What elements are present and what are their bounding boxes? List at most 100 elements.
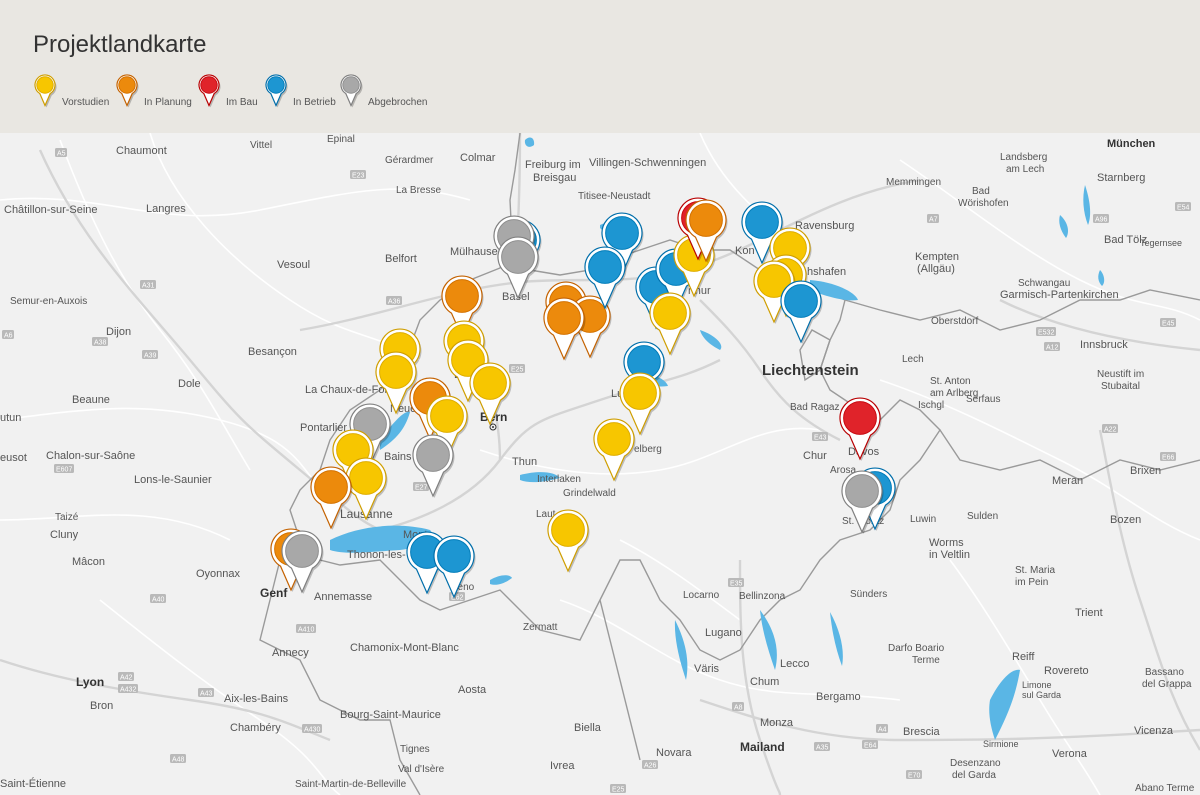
- legend: Vorstudien In Planung Im Bau In Betrieb Abge…: [33, 70, 633, 110]
- map-label: Chur: [803, 450, 827, 462]
- map-pin-icon: [265, 74, 288, 108]
- map-label: Dijon: [106, 326, 131, 338]
- svg-text:E66: E66: [1162, 455, 1175, 462]
- map-label: Chamonix-Mont-Blanc: [350, 642, 459, 654]
- svg-text:A31: A31: [142, 283, 155, 290]
- legend-label: Vorstudien: [62, 97, 110, 108]
- map-label: Starnberg: [1097, 172, 1145, 184]
- svg-text:A35: A35: [816, 745, 829, 752]
- svg-text:A430: A430: [304, 727, 320, 734]
- svg-text:E43: E43: [814, 435, 827, 442]
- svg-text:A4: A4: [878, 727, 887, 734]
- map-label: Chum: [750, 676, 779, 688]
- svg-text:A432: A432: [120, 687, 136, 694]
- map-label: utun: [0, 412, 21, 424]
- legend-label: Abgebrochen: [368, 97, 428, 108]
- map-label: Vittel: [250, 140, 272, 151]
- map-label: hshafen: [807, 266, 846, 278]
- map-label: Langres: [146, 203, 186, 215]
- map-label: Beaune: [72, 394, 110, 406]
- map-pin-betrieb-legend[interactable]: [265, 74, 288, 108]
- map-label: Dole: [178, 378, 201, 390]
- map-label: Terme: [912, 655, 940, 666]
- map-canvas[interactable]: Epinal Colmar Freiburg im Breisgau Villi…: [0, 133, 1200, 795]
- map[interactable]: Epinal Colmar Freiburg im Breisgau Villi…: [0, 133, 1200, 795]
- map-label: Vicenza: [1134, 725, 1174, 737]
- map-label: in Veltlin: [929, 549, 970, 561]
- map-pin-bau-legend[interactable]: [198, 74, 221, 108]
- map-label: Ivrea: [550, 760, 575, 772]
- svg-text:A39: A39: [144, 353, 157, 360]
- map-label: Grindelwald: [563, 488, 616, 499]
- map-label: Oyonnax: [196, 568, 241, 580]
- map-pin-icon: [116, 74, 139, 108]
- map-label: Neustift im: [1097, 369, 1144, 380]
- map-label: Kempten: [915, 251, 959, 263]
- map-label: Vesoul: [277, 259, 310, 271]
- map-pin-abgebrochen-legend[interactable]: [340, 74, 363, 108]
- svg-text:A8: A8: [734, 705, 743, 712]
- map-label: Thun: [512, 456, 537, 468]
- map-label: Väris: [694, 663, 720, 675]
- svg-text:E70: E70: [908, 773, 921, 780]
- map-label: Cluny: [50, 529, 79, 541]
- map-label: Schwangau: [1018, 278, 1070, 289]
- map-label: Mülhause: [450, 246, 498, 258]
- svg-text:A38: A38: [94, 340, 107, 347]
- map-label: Gérardmer: [385, 155, 434, 166]
- map-label: Breisgau: [533, 172, 576, 184]
- map-label: Rovereto: [1044, 665, 1089, 677]
- map-label: Luwin: [910, 514, 936, 525]
- map-label: Epinal: [327, 134, 355, 145]
- map-label: Landsberg: [1000, 152, 1047, 163]
- svg-text:E45: E45: [1162, 321, 1175, 328]
- map-label: La Chaux-de-Fon: [305, 384, 391, 396]
- map-label: Brescia: [903, 726, 941, 738]
- legend-label: In Betrieb: [293, 97, 336, 108]
- svg-text:A22: A22: [1104, 427, 1117, 434]
- map-label: Val d'Isère: [398, 764, 445, 775]
- svg-text:E27: E27: [415, 485, 428, 492]
- map-label: Freiburg im: [525, 159, 581, 171]
- map-label: Taizé: [55, 512, 79, 523]
- map-label: Bellinzona: [739, 591, 786, 602]
- map-label: Brixen: [1130, 465, 1161, 477]
- map-label: Bergamo: [816, 691, 861, 703]
- map-label: Novara: [656, 747, 692, 759]
- map-label: Bourg-Saint-Maurice: [340, 709, 441, 721]
- map-pin-planung-legend[interactable]: [116, 74, 139, 108]
- map-label: Limone: [1022, 680, 1052, 690]
- map-label: Darfo Boario: [888, 643, 945, 654]
- map-label: Meran: [1052, 475, 1083, 487]
- page-title: Projektlandkarte: [33, 31, 207, 58]
- map-label: Genf: [260, 586, 288, 600]
- map-label: Lech: [902, 354, 924, 365]
- map-label: Lyon: [76, 675, 104, 689]
- map-label: Tegernsee: [1140, 238, 1182, 248]
- svg-text:A26: A26: [644, 763, 657, 770]
- map-label: Belfort: [385, 253, 417, 265]
- map-label: Chalon-sur-Saône: [46, 450, 135, 462]
- map-label: Biella: [574, 722, 602, 734]
- map-label: Serfaus: [966, 394, 1000, 405]
- map-label: Worms: [929, 537, 964, 549]
- svg-text:E532: E532: [1038, 330, 1054, 337]
- map-label: Semur-en-Auxois: [10, 296, 87, 307]
- map-label: Memmingen: [886, 177, 941, 188]
- map-pin-vorstudien-legend[interactable]: [34, 74, 57, 108]
- map-label: Lugano: [705, 627, 742, 639]
- map-pin-icon: [340, 74, 363, 108]
- map-label: Locarno: [683, 590, 720, 601]
- svg-text:A43: A43: [200, 691, 213, 698]
- map-label: La Bresse: [396, 185, 441, 196]
- map-label: am Lech: [1006, 164, 1044, 175]
- svg-text:E25: E25: [511, 367, 524, 374]
- header: Projektlandkarte Vorstudien In Planung Im …: [0, 0, 1200, 133]
- map-label: Stubaital: [1101, 381, 1140, 392]
- map-label: Sulden: [967, 511, 998, 522]
- map-label: Bad Ragaz: [790, 402, 839, 413]
- map-label: Annemasse: [314, 591, 372, 603]
- map-label: Ischgl: [918, 400, 944, 411]
- map-label: Villingen-Schwenningen: [589, 157, 706, 169]
- svg-text:E64: E64: [864, 743, 877, 750]
